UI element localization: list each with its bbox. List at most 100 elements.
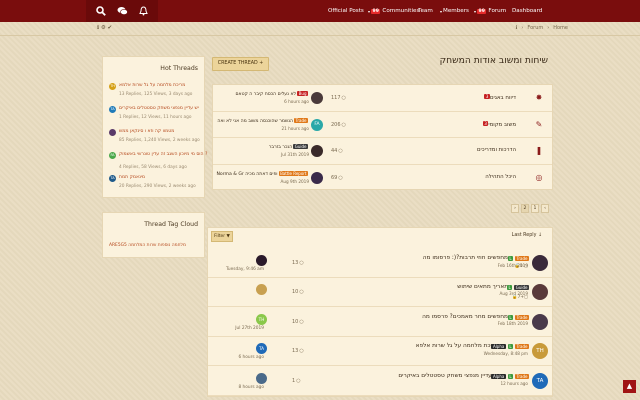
hot-thread-item[interactable]: TA יש עדיין מנפצי משחק טסטטלים באיקרים 1 R… (109, 106, 204, 126)
search-icon[interactable] (95, 6, 106, 16)
avatar[interactable]: TH (109, 83, 116, 90)
hot-thread-item[interactable]: TA מינאמק תמת 20 Replies, 290 Views, 2 wee… (109, 175, 204, 195)
chat-icon[interactable] (117, 6, 128, 16)
hot-thread-item[interactable]: TH מריכת מלחמה על גל שרות אלמא 13 Replies,… (109, 83, 204, 103)
thread-title[interactable]: תאריך מתאים שיתוש (457, 284, 508, 290)
prefix-tag: L (507, 314, 514, 320)
last-post-title[interactable]: הנשמר שהוכנסה משוב מה אני לא ואה Trade (213, 117, 309, 124)
avatar[interactable]: TA (532, 372, 548, 389)
thread-prefix-tags: Alpha L Trade (490, 373, 530, 380)
last-reply-sort[interactable]: Last Reply ↓ (512, 233, 542, 238)
avatar[interactable] (109, 129, 116, 136)
prefix-tag: L (507, 285, 513, 291)
bell-icon[interactable] (139, 6, 149, 16)
avatar[interactable]: TA (109, 175, 116, 182)
pager-next[interactable]: › (511, 204, 519, 213)
comment-icon: ○ (296, 377, 301, 384)
top-nav-bar: Official Posts ▾ 99 Communities Team ▾ Memb… (0, 0, 640, 22)
last-post-title-text[interactable]: הנשמר שהוכנסה משוב מה אני לא ואה (217, 119, 293, 124)
hot-thread-title[interactable]: הוס מי מיוכון השגב זה עדין טונרשי באשמוק… (119, 152, 207, 157)
pager-prev[interactable]: ‹ (541, 204, 549, 213)
hot-thread-item[interactable]: FA הוס מי מיוכון השגב זה עדין טונרשי באשמ… (109, 152, 207, 172)
breadcrumb-home[interactable]: Home (553, 25, 568, 31)
thread-reply-count: 13○ (292, 348, 304, 354)
avatar[interactable] (311, 171, 323, 184)
prefix-tag: Trade (515, 314, 529, 320)
subforum-name[interactable]: 3 דיווח באגים (481, 94, 516, 101)
create-thread-button[interactable]: CREATE THREAD + (212, 57, 269, 71)
filter-button[interactable]: Filter ▼ (211, 231, 233, 242)
thread-title[interactable]: מחפשים חוזי תרבות?(: פרסומו מה (423, 255, 508, 261)
subforum-row[interactable]: ✎ 3 משוב מקומי 206○ הנשמר שהוכנסה משוב מה אנ… (213, 112, 552, 138)
avatar[interactable] (256, 284, 267, 296)
nav-team[interactable]: Team (418, 0, 433, 22)
avatar[interactable] (311, 145, 323, 158)
hot-thread-meta: 85 Replies, 1,240 Views, 2 weeks ago (119, 138, 200, 143)
subforum-list: ✸ 3 דיווח באגים 117○ לא נעלים הכסח קיבר ה קט… (212, 84, 553, 190)
avatar[interactable]: TH (256, 313, 267, 325)
nav-members[interactable]: ▾ Members (440, 0, 469, 22)
hall-of-fame-icon: ◎ (535, 172, 543, 182)
last-post-title-text[interactable]: הנכר בזרבר (269, 145, 292, 150)
subforum-name[interactable]: 3 משוב מקומי (480, 120, 516, 128)
hot-thread-title[interactable]: יש עדיין מנפצי משחק טסטטלים באיקרים (119, 106, 199, 111)
subforum-name[interactable]: היכל התהילה (485, 174, 516, 180)
scroll-to-top-button[interactable]: ▲ (623, 380, 636, 393)
subforum-name-label: הדרכות ומדריכים (476, 147, 516, 154)
thread-row[interactable]: TA יש עדיין מנפצי משחק טסטטלים באיקרים Alp… (208, 366, 552, 396)
breadcrumb-home-icon[interactable]: ℹ (515, 25, 517, 31)
avatar[interactable]: FA (109, 152, 116, 159)
prefix-tag: Guide (514, 285, 529, 291)
avatar[interactable]: TA (109, 106, 116, 113)
avatar[interactable] (532, 313, 548, 330)
hot-thread-title[interactable]: מריכת מלחמה על גל שרות אלמא (119, 83, 185, 88)
subforum-post-count: 69○ (331, 175, 343, 181)
comment-icon: ○ (338, 148, 343, 155)
comment-icon: ○ (341, 95, 346, 102)
subforum-row[interactable]: ❚ הדרכות ומדריכים 44○ הנכר בזרבר Guide Jul 31… (213, 138, 552, 165)
thread-date: 12 hours ago (500, 380, 528, 386)
thread-title[interactable]: מריכת מלחמה על גל שרות אלפא (416, 343, 499, 349)
avatar[interactable] (311, 92, 323, 105)
breadcrumb-forum[interactable]: Forum (527, 25, 543, 31)
thread-title[interactable]: מחפשים מחר מאמכים? פרסמו מה (422, 314, 508, 320)
avatar[interactable]: FA (311, 118, 323, 131)
last-post-title-text[interactable]: לא נעלים הכסח קיבר ה קטאם (235, 92, 296, 97)
post-count-value: 206 (331, 121, 341, 128)
thread-date: Feb 16th 2019 (497, 262, 528, 268)
pager-page-2[interactable]: 2 (521, 204, 529, 213)
prefix-tag: Battle Report (278, 170, 308, 176)
hot-thread-title[interactable]: מינאמק תמת (119, 175, 145, 180)
tag-cloud-tags[interactable]: ARE5G5 מלחמה נוספות שרות המלחמה (109, 243, 186, 248)
thread-row[interactable]: תאריך מתאים שיתוש L Guide 🔒7+▢ Aug 3rd 2019 1… (208, 278, 552, 307)
hot-threads-title: Hot Threads (160, 65, 198, 72)
thread-row[interactable]: TH מריכת מלחמה על גל שרות אלפא Alpha L Trade… (208, 337, 552, 366)
thread-date: Feb 18th 2019 (497, 320, 528, 326)
comment-icon: ○ (299, 318, 304, 325)
nav-official-posts[interactable]: Official Posts (328, 0, 364, 22)
last-post-title[interactable]: הנכר בזרבר Guide (213, 144, 309, 150)
subforum-row[interactable]: ◎ היכל התהילה 69○ Norma & Gr ופים דאתה מכיה… (213, 165, 552, 192)
avatar[interactable] (256, 372, 267, 384)
hot-thread-item[interactable]: מטמוו קה וזא ו סינקאן ממש 85 Replies, 1,2… (109, 129, 204, 149)
subforum-row[interactable]: ✸ 3 דיווח באגים 117○ לא נעלים הכסח קיבר ה קט… (213, 85, 552, 112)
nav-dashboard[interactable]: Dashboard (512, 0, 542, 22)
thread-row[interactable]: מחפשים מחר מאמכים? פרסמו מה L Trade Feb 18t… (208, 307, 552, 337)
avatar[interactable]: TA (256, 343, 267, 355)
avatar[interactable] (532, 254, 548, 271)
subforum-name[interactable]: הדרכות ומדריכים (477, 147, 516, 153)
last-post-title[interactable]: Norma & Gr ופים דאתה מכיה Battle Report (213, 170, 309, 177)
thread-title[interactable]: יש עדיין מנפצי משחק טסטטלים באיקרים (398, 373, 499, 379)
nav-forum[interactable]: ▾ 99 Forum (474, 0, 506, 22)
last-post-title[interactable]: לא נעלים הכסח קיבר ה קטאם Bug (213, 91, 309, 97)
page-title: שיחות ומשוב אודות המשחק (439, 55, 548, 66)
avatar[interactable] (532, 284, 548, 301)
pager-page-1[interactable]: 1 (531, 204, 539, 213)
nav-communities[interactable]: ▾ 99 Communities (368, 0, 419, 22)
last-post-title-text[interactable]: Norma & Gr ופים דאתה מכיה (217, 172, 278, 177)
avatar[interactable]: TH (532, 343, 548, 360)
last-post-time: 21 hours ago (281, 125, 309, 131)
avatar[interactable] (256, 254, 267, 266)
thread-row[interactable]: מחפשים חוזי תרבות?(: פרסומו מה L Trade 🔒1 ▢… (208, 248, 552, 278)
hot-thread-title[interactable]: מטמוו קה וזא ו סינקאן ממש (119, 129, 174, 134)
